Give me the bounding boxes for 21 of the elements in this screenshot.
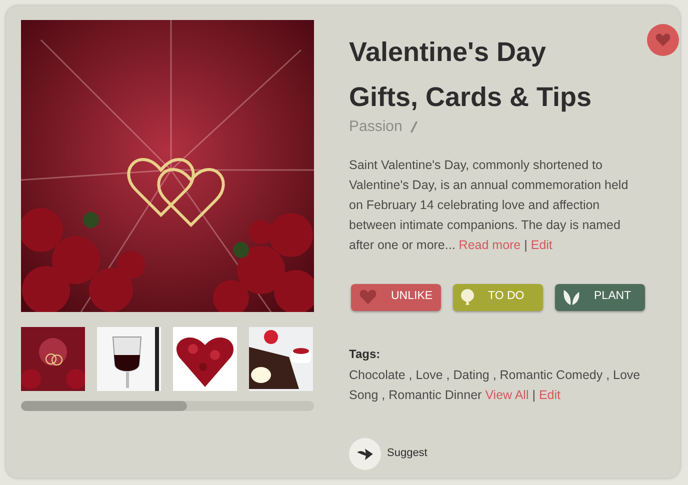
action-button[interactable]: PLANT <box>555 284 645 310</box>
edit-link[interactable]: Edit <box>538 388 560 402</box>
heart-icon <box>359 289 377 305</box>
description-text: Saint Valentine's Day, commonly shortened to Valentine's Day, is an annual commemoration held on February 14 celebrating love and affection between intimate companions. The day is named after one or more... Read more | Edit <box>349 156 630 254</box>
scrollbar[interactable] <box>21 401 314 411</box>
edit-link[interactable]: Edit <box>530 238 552 252</box>
page-title: Valentine's Day <box>349 36 548 69</box>
tags-text: Chocolate , Love , Dating , Romantic Comedy , Love Song , Romantic Dinner View All | Edit <box>349 366 642 404</box>
balloon-icon <box>461 288 474 306</box>
suggest-button[interactable]: Suggest <box>349 438 679 470</box>
heart-icon <box>655 33 671 47</box>
action-button[interactable]: UNLIKE <box>351 284 441 310</box>
action-button[interactable]: TO DO <box>453 284 543 310</box>
page-title: Gifts, Cards & Tips <box>349 81 592 114</box>
scrollbar-thumb[interactable] <box>21 401 187 411</box>
category-label: Passion <box>349 117 402 137</box>
view-all-link[interactable]: View All <box>485 388 529 402</box>
favorite-button[interactable] <box>647 24 679 56</box>
read-more-link[interactable]: Read more <box>458 238 521 252</box>
tags-heading: Tags: <box>349 346 382 362</box>
leaf-icon <box>563 288 580 306</box>
